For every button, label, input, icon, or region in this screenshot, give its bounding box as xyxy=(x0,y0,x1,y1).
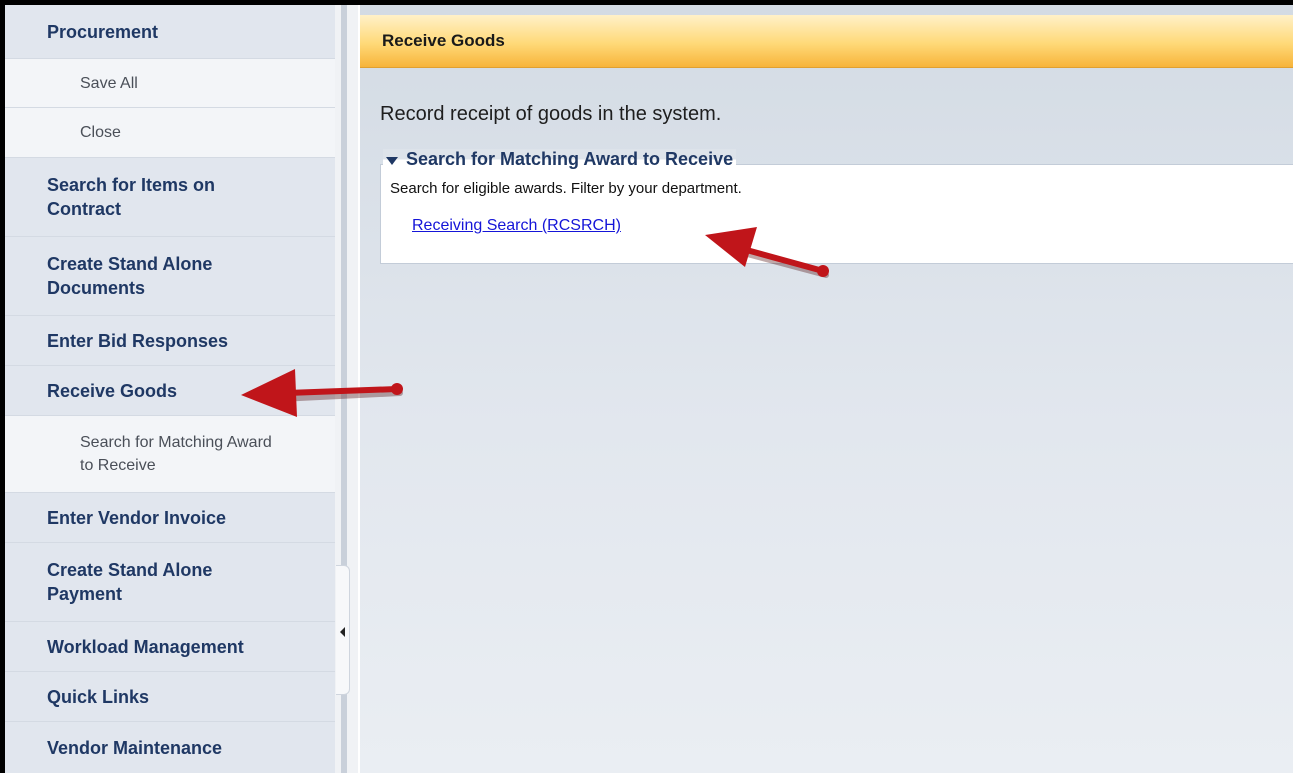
search-section xyxy=(380,164,1293,264)
sidebar-item-quick-links[interactable]: Quick Links xyxy=(5,672,335,722)
sidebar-item-label: Search for Matching Award to Receive xyxy=(80,434,272,474)
sidebar-item-create-stand-alone-documents[interactable]: Create Stand Alone Documents xyxy=(5,237,335,316)
sidebar-item-vendor-maintenance[interactable]: Vendor Maintenance xyxy=(5,722,335,773)
sidebar-item-workload-management[interactable]: Workload Management xyxy=(5,622,335,672)
page-title: Receive Goods xyxy=(382,31,505,50)
receiving-search-link[interactable]: Receiving Search (RCSRCH) xyxy=(412,217,621,235)
app-frame: Procurement Save All Close Search for It… xyxy=(5,5,1293,773)
section-description: Search for eligible awards. Filter by yo… xyxy=(390,180,742,197)
sidebar-item-label: Save All xyxy=(80,74,138,92)
sidebar-item-search-matching-award[interactable]: Search for Matching Award to Receive xyxy=(5,416,335,493)
sidebar-item-label: Quick Links xyxy=(47,686,150,707)
sidebar-nav: Procurement Save All Close Search for It… xyxy=(5,5,335,773)
sidebar-item-create-stand-alone-payment[interactable]: Create Stand Alone Payment xyxy=(5,543,335,622)
section-legend[interactable]: Search for Matching Award to Receive xyxy=(383,149,737,170)
page-description: Record receipt of goods in the system. xyxy=(380,103,722,125)
sidebar-item-procurement[interactable]: Procurement xyxy=(5,5,335,59)
sidebar-item-label: Enter Vendor Invoice xyxy=(47,507,227,528)
sidebar-item-save-all[interactable]: Save All xyxy=(5,59,335,108)
sidebar-item-label: Close xyxy=(80,124,121,141)
sidebar-item-label: Create Stand Alone Payment xyxy=(47,560,213,604)
sidebar-splitter[interactable] xyxy=(335,5,358,773)
sidebar-item-label: Procurement xyxy=(47,21,159,42)
section-legend-label: Search for Matching Award to Receive xyxy=(406,149,734,169)
triangle-down-icon[interactable] xyxy=(386,156,398,165)
sidebar-item-enter-vendor-invoice[interactable]: Enter Vendor Invoice xyxy=(5,493,335,543)
sidebar-item-label: Vendor Maintenance xyxy=(47,737,223,758)
main-content: Receive Goods Record receipt of goods in… xyxy=(360,5,1293,773)
page-header: Receive Goods xyxy=(360,15,1293,68)
triangle-left-icon[interactable] xyxy=(340,627,345,637)
sidebar-item-label: Workload Management xyxy=(47,636,244,657)
sidebar-item-label: Create Stand Alone Documents xyxy=(47,254,213,298)
sidebar-item-label: Enter Bid Responses xyxy=(47,330,229,351)
sidebar-item-receive-goods[interactable]: Receive Goods xyxy=(5,366,335,416)
sidebar-item-label: Receive Goods xyxy=(47,380,178,401)
sidebar-item-enter-bid-responses[interactable]: Enter Bid Responses xyxy=(5,316,335,366)
sidebar-item-label: Search for Items on Contract xyxy=(47,175,216,219)
sidebar-item-search-items-on-contract[interactable]: Search for Items on Contract xyxy=(5,158,335,237)
sidebar-item-close[interactable]: Close xyxy=(5,108,335,158)
